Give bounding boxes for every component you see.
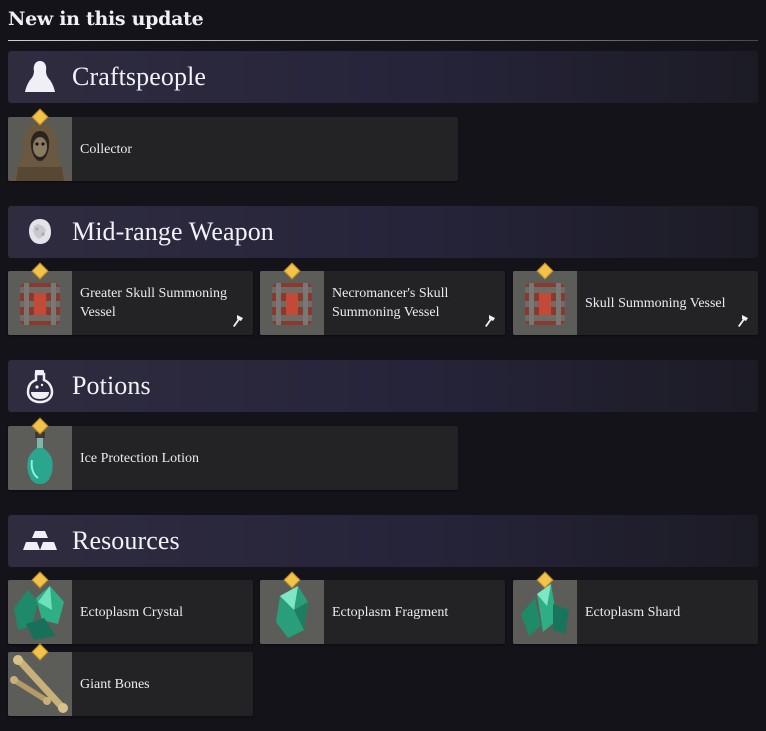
section-title: Resources <box>72 526 180 555</box>
item-thumbnail <box>8 426 72 490</box>
title-divider <box>8 40 758 41</box>
item-label: Necromancer's Skull Summoning Vessel <box>332 286 449 320</box>
section-header-mid-range-weapon[interactable]: Mid-range Weapon <box>8 206 758 258</box>
item-collector[interactable]: Collector <box>8 108 458 181</box>
potion-bottle-icon <box>8 426 72 490</box>
green-fragment-icon <box>260 580 324 644</box>
green-crystal-icon <box>8 580 72 644</box>
person-silhouette-icon <box>20 57 60 97</box>
item-thumbnail <box>513 580 577 644</box>
item-thumbnail <box>8 271 72 335</box>
section-title: Potions <box>72 371 151 400</box>
item-thumbnail <box>8 117 72 181</box>
item-ectoplasm-fragment[interactable]: Ectoplasm Fragment <box>260 571 505 644</box>
item-necromancers-skull-summoning-vessel[interactable]: Necromancer's Skull Summoning Vessel <box>260 262 505 335</box>
ingots-icon <box>20 521 60 561</box>
vessel-icon <box>260 271 324 335</box>
section-title: Craftspeople <box>72 62 207 91</box>
item-label: Collector <box>80 141 133 157</box>
item-label: Ectoplasm Fragment <box>332 604 449 620</box>
item-skull-summoning-vessel[interactable]: Skull Summoning Vessel <box>513 262 758 335</box>
item-label: Ectoplasm Crystal <box>80 604 184 620</box>
hammer-icon <box>737 314 750 327</box>
hammer-icon <box>232 314 245 327</box>
item-greater-skull-summoning-vessel[interactable]: Greater Skull Summoning Vessel <box>8 262 253 335</box>
green-shard-icon <box>513 580 577 644</box>
section-title: Mid-range Weapon <box>72 217 274 246</box>
hooded-figure-icon <box>8 117 72 181</box>
section-header-craftspeople[interactable]: Craftspeople <box>8 51 758 103</box>
item-label: Greater Skull Summoning Vessel <box>80 286 227 320</box>
item-thumbnail <box>8 580 72 644</box>
bones-icon <box>8 652 72 716</box>
item-ice-protection-lotion[interactable]: Ice Protection Lotion <box>8 417 458 490</box>
item-label: Ectoplasm Shard <box>585 604 681 620</box>
item-ectoplasm-shard[interactable]: Ectoplasm Shard <box>513 571 758 644</box>
item-thumbnail <box>260 580 324 644</box>
item-thumbnail <box>8 652 72 716</box>
potion-flask-icon <box>20 366 60 406</box>
item-label: Giant Bones <box>80 676 150 692</box>
item-giant-bones[interactable]: Giant Bones <box>8 643 253 716</box>
item-thumbnail <box>260 271 324 335</box>
item-label: Skull Summoning Vessel <box>585 295 726 311</box>
stone-orb-icon <box>20 212 60 252</box>
vessel-icon <box>513 271 577 335</box>
item-ectoplasm-crystal[interactable]: Ectoplasm Crystal <box>8 571 253 644</box>
page-title: New in this update <box>8 8 204 30</box>
item-thumbnail <box>513 271 577 335</box>
hammer-icon <box>484 314 497 327</box>
section-header-potions[interactable]: Potions <box>8 360 758 412</box>
section-header-resources[interactable]: Resources <box>8 515 758 567</box>
vessel-icon <box>8 271 72 335</box>
item-label: Ice Protection Lotion <box>80 450 199 466</box>
update-page: New in this update Craftspeople Collecto… <box>0 0 766 731</box>
